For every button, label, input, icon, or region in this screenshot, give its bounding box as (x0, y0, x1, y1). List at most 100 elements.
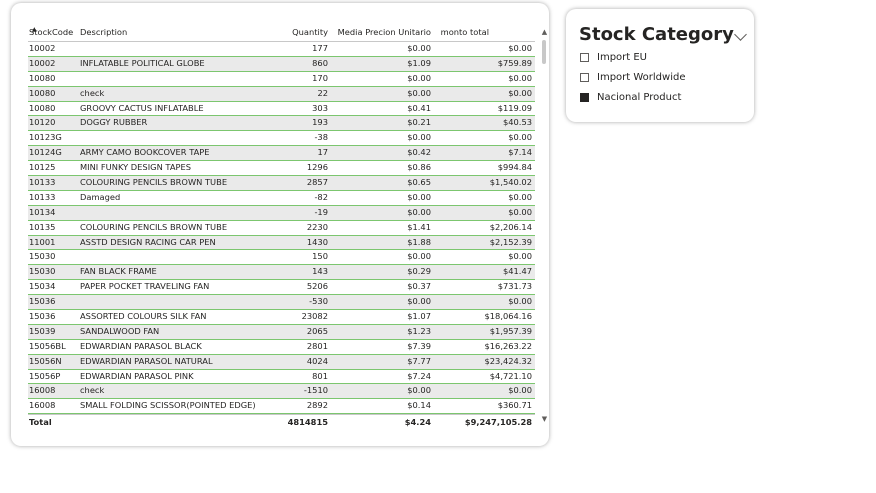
cell-description: check (80, 385, 105, 396)
cell-description: GROOVY CACTUS INFLATABLE (80, 102, 204, 113)
cell-quantity: -19 (314, 206, 328, 217)
cell-stockcode: 15030 (29, 251, 56, 262)
scroll-down-icon[interactable]: ▼ (540, 415, 549, 423)
table-row[interactable]: 16008 SMALL FOLDING SCISSOR(POINTED EDGE)… (28, 399, 535, 414)
table-row[interactable]: 10080 check 22 $0.00 $0.00 (28, 86, 535, 102)
cell-quantity: 1296 (306, 162, 328, 173)
cell-quantity: 193 (312, 117, 328, 128)
header-description[interactable]: Description (80, 27, 127, 37)
cell-stockcode: 10080 (29, 87, 56, 98)
cell-stockcode: 10125 (29, 162, 56, 173)
header-price[interactable]: Media Precion Unitario (338, 27, 431, 37)
table-row[interactable]: 15039 SANDALWOOD FAN 2065 $1.23 $1,957.39 (28, 324, 535, 340)
table-row[interactable]: 10133 COLOURING PENCILS BROWN TUBE 2857 $0.… (28, 176, 535, 191)
cell-total: $0.00 (508, 191, 532, 202)
header-total[interactable]: monto total (441, 27, 489, 37)
cell-price: $0.86 (407, 162, 431, 173)
checkbox-checked-icon[interactable] (580, 92, 589, 102)
table-row[interactable]: 10125 MINI FUNKY DESIGN TAPES 1296 $0.86 $99… (28, 161, 535, 177)
scroll-up-icon[interactable]: ▲ (540, 28, 549, 36)
table-row[interactable]: 10080 170 $0.00 $0.00 (28, 72, 535, 87)
cell-stockcode: 11001 (29, 236, 56, 247)
cell-total: $0.00 (508, 87, 532, 98)
table-row[interactable]: 15030 150 $0.00 $0.00 (28, 250, 535, 266)
table-row[interactable]: 10134 -19 $0.00 $0.00 (28, 205, 535, 221)
cell-quantity: -38 (314, 132, 328, 143)
cell-stockcode: 15056N (29, 355, 62, 366)
table-row[interactable]: 15036 -530 $0.00 $0.00 (28, 295, 535, 311)
table-row[interactable]: 10120 DOGGY RUBBER 193 $0.21 $40.53 (28, 116, 535, 132)
cell-quantity: 150 (312, 251, 328, 262)
table-row[interactable]: 11001 ASSTD DESIGN RACING CAR PEN 1430 $1.8… (28, 235, 535, 251)
cell-price: $0.42 (407, 147, 431, 158)
cell-quantity: 23082 (301, 311, 328, 322)
scroll-thumb[interactable] (542, 40, 546, 64)
sort-ascending-icon[interactable]: ▲ (32, 27, 37, 33)
checkbox-icon[interactable] (580, 52, 589, 62)
table-row[interactable]: 15036 ASSORTED COLOURS SILK FAN 23082 $1.07… (28, 310, 535, 325)
cell-price: $0.00 (407, 132, 431, 143)
cell-price: $0.00 (407, 43, 431, 53)
cell-description: MINI FUNKY DESIGN TAPES (80, 162, 192, 173)
cell-description: COLOURING PENCILS BROWN TUBE (80, 221, 228, 232)
cell-total: $1,957.39 (489, 325, 532, 336)
table-row[interactable]: 15056BL EDWARDIAN PARASOL BLACK 2801 $7.39 $… (28, 340, 535, 355)
cell-price: $0.00 (407, 385, 431, 396)
slicer-option[interactable]: Import Worldwide (580, 71, 685, 85)
cell-stockcode: 10133 (29, 191, 56, 202)
cell-total: $7.14 (508, 147, 532, 158)
cell-total: $0.00 (508, 251, 532, 262)
cell-price: $1.07 (407, 311, 431, 322)
cell-description: DOGGY RUBBER (80, 117, 148, 128)
cell-stockcode: 10080 (29, 72, 56, 83)
table-row[interactable]: 10133 Damaged -82 $0.00 $0.00 (28, 191, 535, 206)
total-label: Total (29, 417, 52, 427)
slicer-option[interactable]: Import EU (580, 51, 647, 65)
cell-stockcode: 10002 (29, 57, 56, 68)
vertical-scrollbar[interactable]: ▲ ▼ (540, 28, 549, 423)
cell-price: $0.65 (407, 177, 431, 188)
table-row[interactable]: 15056N EDWARDIAN PARASOL NATURAL 4024 $7.77… (28, 354, 535, 370)
cell-quantity: 4024 (306, 355, 328, 366)
cell-total: $1,540.02 (489, 177, 532, 188)
cell-total: $0.00 (508, 385, 532, 396)
cell-stockcode: 10134 (29, 206, 56, 217)
cell-total: $0.00 (508, 132, 532, 143)
cell-description: COLOURING PENCILS BROWN TUBE (80, 177, 228, 188)
stock-table: StockCode ▲ Description Quantity Media P… (28, 24, 535, 429)
cell-stockcode: 15036 (29, 311, 56, 322)
cell-stockcode: 10135 (29, 221, 56, 232)
table-row[interactable]: 10124G ARMY CAMO BOOKCOVER TAPE 17 $0.42 $7.… (28, 146, 535, 162)
table-row[interactable]: 10135 COLOURING PENCILS BROWN TUBE 2230 $1.… (28, 221, 535, 236)
cell-stockcode: 10080 (29, 102, 56, 113)
table-row[interactable]: 16008 check -1510 $0.00 $0.00 (28, 384, 535, 400)
table-row[interactable]: 10123G -38 $0.00 $0.00 (28, 131, 535, 147)
cell-total: $360.71 (497, 400, 532, 411)
table-row[interactable]: 15030 FAN BLACK FRAME 143 $0.29 $41.47 (28, 265, 535, 281)
cell-description: SANDALWOOD FAN (80, 325, 160, 336)
cell-total: $731.73 (497, 281, 532, 292)
cell-stockcode: 15056BL (29, 340, 66, 351)
table-row[interactable]: 10002 177 $0.00 $0.00 (28, 42, 535, 57)
chevron-down-icon[interactable] (734, 28, 747, 41)
table-row[interactable]: 15034 PAPER POCKET TRAVELING FAN 5206 $0.37… (28, 280, 535, 296)
cell-price: $0.00 (407, 87, 431, 98)
cell-description: EDWARDIAN PARASOL BLACK (80, 340, 202, 351)
total-amount: $9,247,105.28 (464, 417, 532, 427)
cell-quantity: 17 (317, 147, 328, 158)
checkbox-icon[interactable] (580, 72, 589, 82)
table-row[interactable]: 10002 INFLATABLE POLITICAL GLOBE 860 $1.09 $… (28, 56, 535, 72)
table-row[interactable]: 10080 GROOVY CACTUS INFLATABLE 303 $0.41 $11… (28, 102, 535, 117)
cell-price: $7.77 (407, 355, 431, 366)
cell-total: $0.00 (508, 43, 532, 53)
cell-total: $40.53 (502, 117, 532, 128)
cell-description: ARMY CAMO BOOKCOVER TAPE (80, 147, 210, 158)
cell-stockcode: 16008 (29, 400, 56, 411)
table-header: StockCode ▲ Description Quantity Media P… (28, 24, 535, 42)
table-row[interactable]: 15056P EDWARDIAN PARASOL PINK 801 $7.24 $4,7… (28, 370, 535, 385)
header-quantity[interactable]: Quantity (292, 27, 328, 37)
slicer-option[interactable]: Nacional Product (580, 91, 681, 105)
cell-description: Damaged (80, 191, 121, 202)
cell-total: $23,424.32 (484, 355, 532, 366)
cell-quantity: -1510 (303, 385, 328, 396)
